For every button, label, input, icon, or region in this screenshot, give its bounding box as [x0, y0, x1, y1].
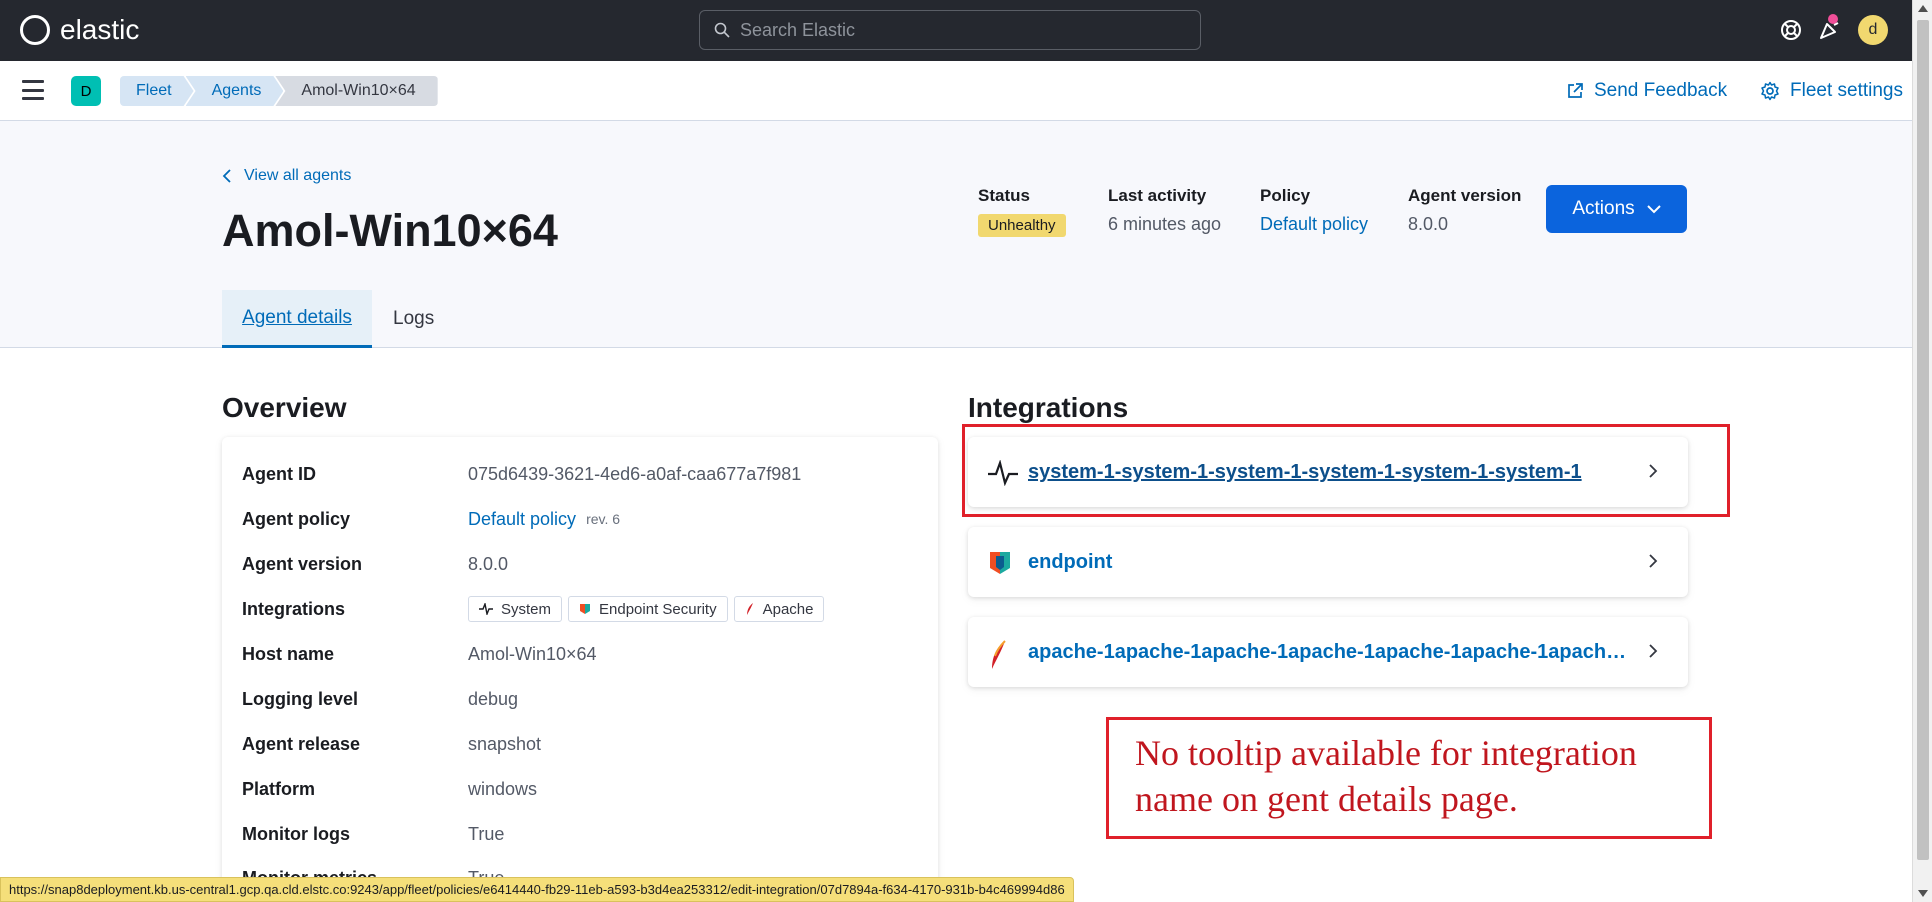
detail-key: Logging level — [242, 688, 359, 709]
page-title: Amol-Win10×64 — [222, 205, 558, 256]
last-activity-value: 6 minutes ago — [1108, 214, 1222, 234]
platform-value: windows — [468, 778, 538, 799]
agent-release-value: snapshot — [468, 733, 542, 754]
apache-feather-icon — [992, 640, 1006, 669]
tab-agent-details[interactable]: Agent details — [222, 290, 372, 348]
heartbeat-icon — [479, 603, 493, 615]
detail-row: Agent ID 075d6439-3621-4ed6-a0af-caa677a… — [242, 459, 801, 489]
detail-key: Agent ID — [242, 463, 316, 484]
integration-name-link[interactable]: apache-1apache-1apache-1apache-1apache-1… — [1028, 641, 1628, 664]
host-name-value: Amol-Win10×64 — [468, 643, 597, 664]
policy-stat: Policy Default policy — [1260, 186, 1368, 235]
policy-label: Policy — [1260, 186, 1311, 205]
endpoint-shield-icon — [990, 552, 1010, 574]
detail-row: Agent release snapshot — [242, 729, 541, 759]
view-all-agents-link[interactable]: View all agents — [222, 167, 351, 185]
overview-title: Overview — [222, 392, 347, 423]
fleet-settings-link[interactable]: Fleet settings — [1760, 80, 1903, 102]
last-activity-label: Last activity — [1108, 186, 1207, 205]
chevron-right-icon — [1649, 644, 1658, 658]
breadcrumb: Fleet Agents Amol-Win10×64 — [120, 76, 438, 106]
search-icon — [714, 22, 730, 38]
integrations-title: Integrations — [968, 392, 1129, 423]
endpoint-shield-icon — [580, 604, 591, 614]
detail-row: Platform windows — [242, 774, 537, 804]
menu-toggle-button[interactable] — [22, 80, 44, 100]
chip-label: Endpoint Security — [599, 600, 717, 618]
detail-row: Host name Amol-Win10×64 — [242, 639, 597, 669]
link-status-url: https://snap8deployment.kb.us-central1.g… — [0, 877, 1074, 902]
chip-label: Apache — [762, 600, 814, 618]
actions-button[interactable]: Actions — [1546, 185, 1687, 233]
chevron-down-icon — [1646, 205, 1661, 214]
detail-key: Agent version — [242, 553, 363, 574]
send-feedback-label: Send Feedback — [1594, 80, 1728, 101]
detail-row: Logging level debug — [242, 684, 518, 714]
scroll-up-icon[interactable] — [1918, 5, 1928, 12]
fleet-settings-label: Fleet settings — [1790, 80, 1903, 101]
notification-dot — [1828, 14, 1838, 24]
external-link-icon — [1568, 83, 1583, 98]
breadcrumb-fleet[interactable]: Fleet — [120, 76, 194, 106]
help-icon[interactable] — [1777, 16, 1805, 44]
chevron-right-icon — [1649, 554, 1658, 568]
breadcrumb-agents[interactable]: Agents — [186, 76, 284, 106]
breadcrumb-current: Amol-Win10×64 — [275, 76, 438, 106]
chevron-left-icon — [222, 169, 231, 183]
page-scrollbar[interactable] — [1912, 0, 1932, 902]
agent-version-label: Agent version — [1408, 186, 1522, 205]
integration-card-apache[interactable]: apache-1apache-1apache-1apache-1apache-1… — [968, 617, 1688, 687]
detail-key: Agent release — [242, 733, 361, 754]
detail-key: Platform — [242, 778, 316, 799]
avatar[interactable]: d — [1858, 15, 1888, 45]
last-activity-stat: Last activity 6 minutes ago — [1108, 186, 1221, 235]
integration-name-link[interactable]: endpoint — [1028, 551, 1628, 574]
agent-policy-link[interactable]: Default policy — [468, 509, 576, 530]
annotation-highlight-box — [962, 424, 1730, 517]
detail-key: Integrations — [242, 598, 346, 619]
search-box[interactable] — [699, 10, 1201, 50]
gear-icon — [1761, 81, 1779, 101]
search-input[interactable] — [740, 19, 1180, 41]
integration-chip-endpoint[interactable]: Endpoint Security — [568, 596, 728, 622]
brand-name: elastic — [60, 14, 140, 45]
space-avatar[interactable]: D — [71, 76, 101, 106]
detail-row: Agent version 8.0.0 — [242, 549, 508, 579]
send-feedback-link[interactable]: Send Feedback — [1566, 80, 1727, 102]
actions-label: Actions — [1572, 198, 1635, 219]
detail-key: Monitor logs — [242, 823, 350, 844]
agent-version-value: 8.0.0 — [1408, 214, 1449, 234]
integration-chip-system[interactable]: System — [468, 596, 563, 622]
agent-version-detail: 8.0.0 — [468, 553, 509, 574]
annotation-note: No tooltip available for integration nam… — [1135, 733, 1637, 819]
elastic-logo-icon — [20, 15, 50, 45]
detail-row: Monitor logs True — [242, 819, 504, 849]
agent-id-value: 075d6439-3621-4ed6-a0af-caa677a7f981 — [468, 463, 802, 484]
agent-version-stat: Agent version 8.0.0 — [1408, 186, 1521, 235]
logging-level-value: debug — [468, 688, 519, 709]
status-badge: Unhealthy — [978, 214, 1066, 237]
detail-key: Host name — [242, 643, 335, 664]
policy-revision: rev. 6 — [586, 511, 621, 527]
status-stat: Status Unhealthy — [978, 186, 1066, 237]
integration-chip-apache[interactable]: Apache — [733, 596, 825, 622]
scroll-thumb[interactable] — [1917, 20, 1929, 860]
apache-feather-icon — [746, 603, 753, 615]
app-header: D Fleet Agents Amol-Win10×64 Send Feedba… — [0, 61, 1912, 121]
tab-logs[interactable]: Logs — [393, 290, 434, 348]
chip-label: System — [501, 600, 552, 618]
detail-key: Agent policy — [242, 508, 351, 529]
detail-row: Integrations System Endpoint Security Ap… — [242, 594, 830, 624]
integration-card-endpoint[interactable]: endpoint — [968, 527, 1688, 597]
overview-panel: Agent ID 075d6439-3621-4ed6-a0af-caa677a… — [222, 437, 938, 902]
status-label: Status — [978, 186, 1030, 205]
scroll-down-icon[interactable] — [1918, 890, 1928, 897]
elastic-logo[interactable]: elastic — [20, 14, 139, 46]
policy-link[interactable]: Default policy — [1260, 214, 1368, 235]
view-all-agents-label: View all agents — [244, 167, 352, 184]
detail-row: Agent policy Default policy rev. 6 — [242, 504, 620, 534]
global-header: elastic d — [0, 0, 1912, 61]
monitor-logs-value: True — [468, 823, 505, 844]
